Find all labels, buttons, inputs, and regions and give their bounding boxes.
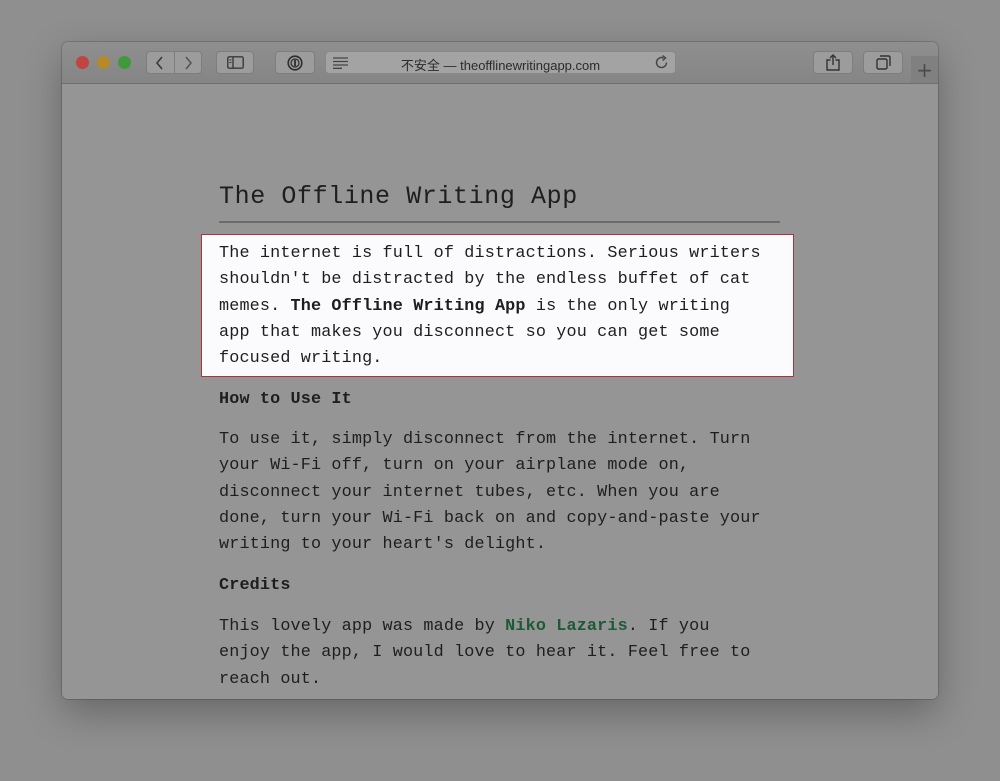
- tab-overview-icon: [875, 55, 891, 70]
- page-content: The Offline Writing App The internet is …: [62, 84, 938, 699]
- browser-window: 不安全 — theofflinewritingapp.com + The Off…: [62, 42, 938, 699]
- credits-heading: Credits: [219, 576, 291, 595]
- how-to-line: writing to your heart's delight.: [219, 535, 547, 555]
- intro-paragraph: The internet is full of distractions. Se…: [219, 241, 799, 372]
- credits-line: reach out.: [219, 669, 322, 689]
- password-manager-icon: [287, 54, 303, 71]
- sidebar-icon: [226, 56, 244, 69]
- intro-line: memes. The Offline Writing App is the on…: [219, 294, 799, 320]
- app-name-bold: The Offline Writing App: [290, 296, 526, 316]
- author-link[interactable]: Niko Lazaris: [505, 617, 628, 636]
- new-tab-button[interactable]: +: [911, 56, 938, 83]
- address-text: 不安全 — theofflinewritingapp.com: [400, 58, 601, 73]
- how-to-heading: How to Use It: [219, 390, 352, 409]
- zoom-window-button[interactable]: [118, 56, 131, 69]
- intro-text: memes.: [219, 296, 291, 316]
- intro-line: focused writing.: [219, 349, 383, 369]
- back-button[interactable]: [147, 52, 175, 73]
- sidebar-button[interactable]: [216, 51, 254, 74]
- share-icon: [826, 54, 840, 71]
- how-to-line: done, turn your Wi-Fi back on and copy-a…: [219, 508, 761, 528]
- intro-line: The internet is full of distractions. Se…: [219, 244, 761, 263]
- credits-paragraph: This lovely app was made by Niko Lazaris…: [219, 614, 799, 693]
- credits-text: . If you: [627, 617, 710, 636]
- minimize-window-button[interactable]: [97, 56, 110, 69]
- intro-text: is the only writing: [525, 296, 731, 316]
- credits-line: enjoy the app, I would love to hear it. …: [219, 643, 751, 663]
- share-button[interactable]: [813, 51, 853, 74]
- how-to-line: To use it, simply disconnect from the in…: [219, 430, 751, 449]
- intro-line: shouldn't be distracted by the endless b…: [219, 270, 751, 290]
- chevron-right-icon: [185, 55, 192, 70]
- navigation-buttons: [146, 51, 202, 74]
- how-to-line: your Wi-Fi off, turn on your airplane mo…: [219, 456, 690, 476]
- title-divider: [219, 221, 780, 223]
- reload-icon[interactable]: [654, 55, 669, 70]
- browser-toolbar: 不安全 — theofflinewritingapp.com +: [62, 42, 938, 84]
- chevron-left-icon: [156, 55, 163, 70]
- tab-overview-button[interactable]: [863, 51, 903, 74]
- page-title: The Offline Writing App: [219, 182, 578, 211]
- address-bar[interactable]: 不安全 — theofflinewritingapp.com: [325, 51, 676, 74]
- close-window-button[interactable]: [76, 56, 89, 69]
- how-to-paragraph: To use it, simply disconnect from the in…: [219, 427, 799, 558]
- intro-line: app that makes you disconnect so you can…: [219, 322, 720, 342]
- how-to-line: disconnect your internet tubes, etc. Whe…: [219, 482, 720, 502]
- credits-text: This lovely app was made by: [219, 617, 506, 636]
- password-manager-button[interactable]: [275, 51, 315, 74]
- forward-button[interactable]: [175, 52, 202, 73]
- credits-line: This lovely app was made by Niko Lazaris…: [219, 614, 799, 640]
